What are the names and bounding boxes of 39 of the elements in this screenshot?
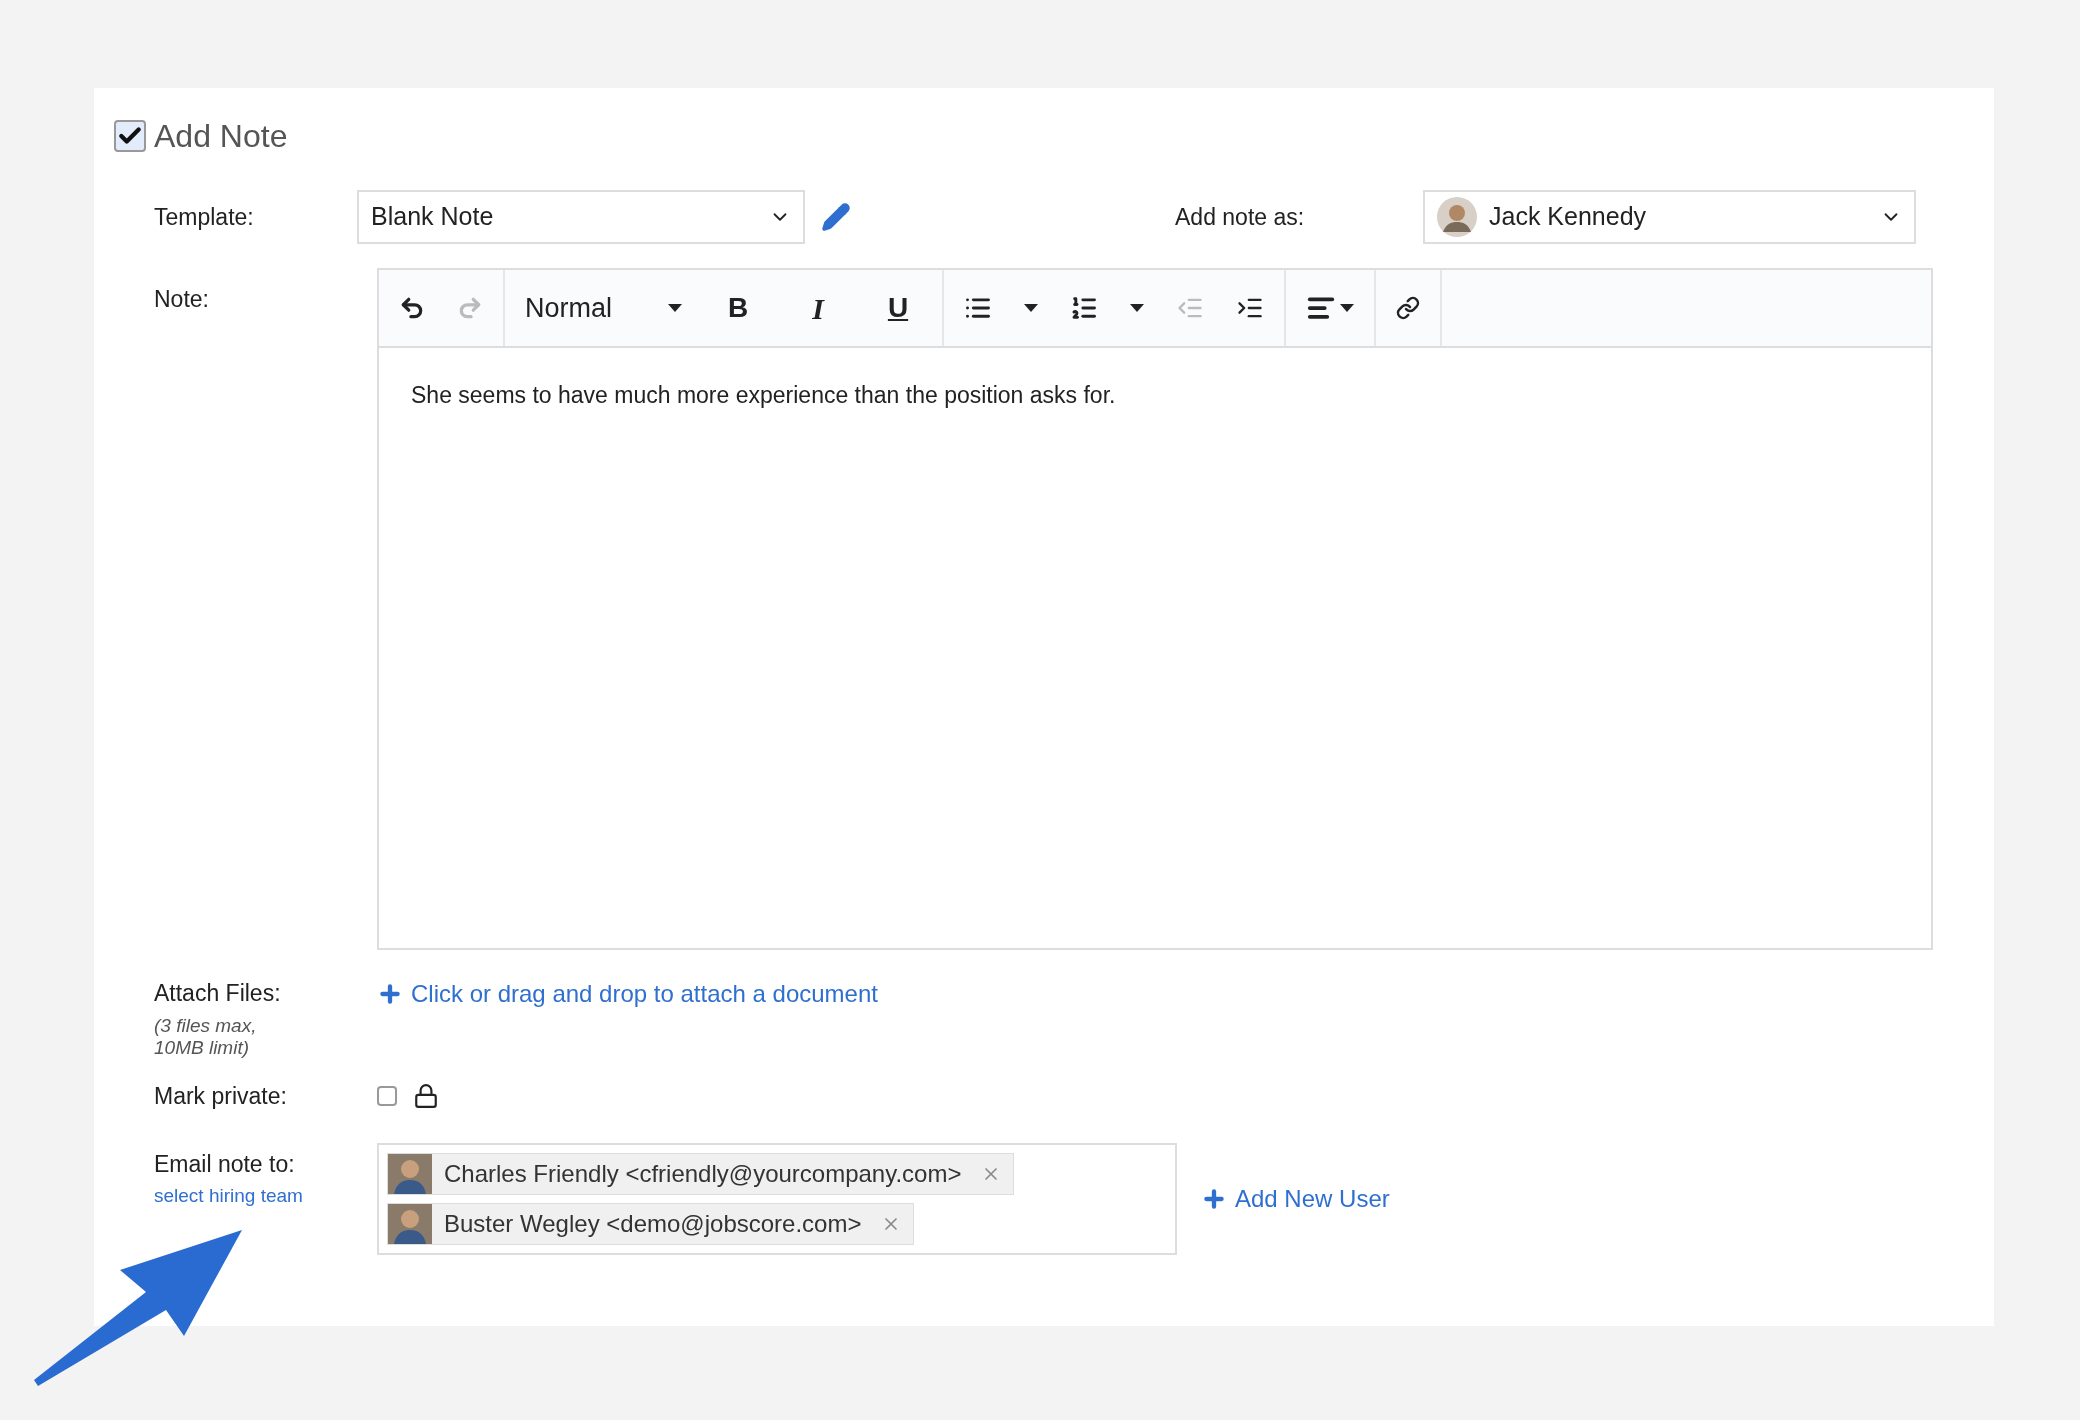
author-dropdown[interactable]: Jack Kennedy xyxy=(1423,190,1916,244)
private-checkbox[interactable] xyxy=(377,1085,397,1106)
style-dropdown[interactable]: Normal xyxy=(509,278,698,338)
field-label: Template: xyxy=(153,202,255,232)
select-team-link[interactable]: select hiring team xyxy=(154,1184,303,1206)
avatar-icon xyxy=(388,1154,432,1194)
arrow-icon xyxy=(34,1230,242,1386)
hint-text: (3 files max, 10MB limit) xyxy=(154,1014,258,1059)
redo-icon xyxy=(457,295,483,321)
caret-icon xyxy=(1340,304,1354,312)
underline-button[interactable]: U xyxy=(858,278,938,338)
undo-icon xyxy=(399,295,425,321)
caret-icon xyxy=(1130,304,1144,312)
numbered-list-icon xyxy=(1070,294,1098,322)
link-icon xyxy=(1396,296,1420,320)
note-text[interactable]: She seems to have much more experience than the position asks for. xyxy=(379,348,1931,413)
section-title: Add Note xyxy=(154,117,288,156)
plus-icon xyxy=(1201,1186,1227,1212)
lock-icon xyxy=(413,1082,439,1109)
field-label: Note: xyxy=(153,285,210,314)
field-label: Attach Files: xyxy=(154,979,282,1008)
recipients-field[interactable]: Charles Friendly <cfriendly@yourcompany.com> Buster Wegley <demo@jobscore.com> xyxy=(377,1143,1177,1255)
field-label: Add note as: xyxy=(1175,202,1306,232)
avatar-icon xyxy=(388,1204,432,1244)
field-label: Mark private: xyxy=(153,1081,288,1111)
recipient-tag: Charles Friendly <cfriendly@yourcompany.com> xyxy=(387,1153,1015,1195)
bold-button[interactable]: B xyxy=(698,278,778,338)
recipient-tag: Buster Wegley <demo@jobscore.com> xyxy=(387,1203,915,1245)
field-label: Email note to: xyxy=(154,1150,296,1179)
caret-icon xyxy=(1024,304,1038,312)
template-dropdown[interactable]: Blank Note xyxy=(357,190,805,244)
italic-button[interactable]: I xyxy=(778,278,858,338)
plus-icon xyxy=(377,981,403,1007)
avatar-icon xyxy=(1437,197,1477,237)
checkbox[interactable] xyxy=(114,120,146,152)
attach-link[interactable]: Click or drag and drop to attach a document xyxy=(377,976,878,1012)
add-user-link[interactable]: Add New User xyxy=(1201,1181,1390,1217)
pencil-icon xyxy=(821,202,851,232)
caret-icon xyxy=(668,304,682,312)
